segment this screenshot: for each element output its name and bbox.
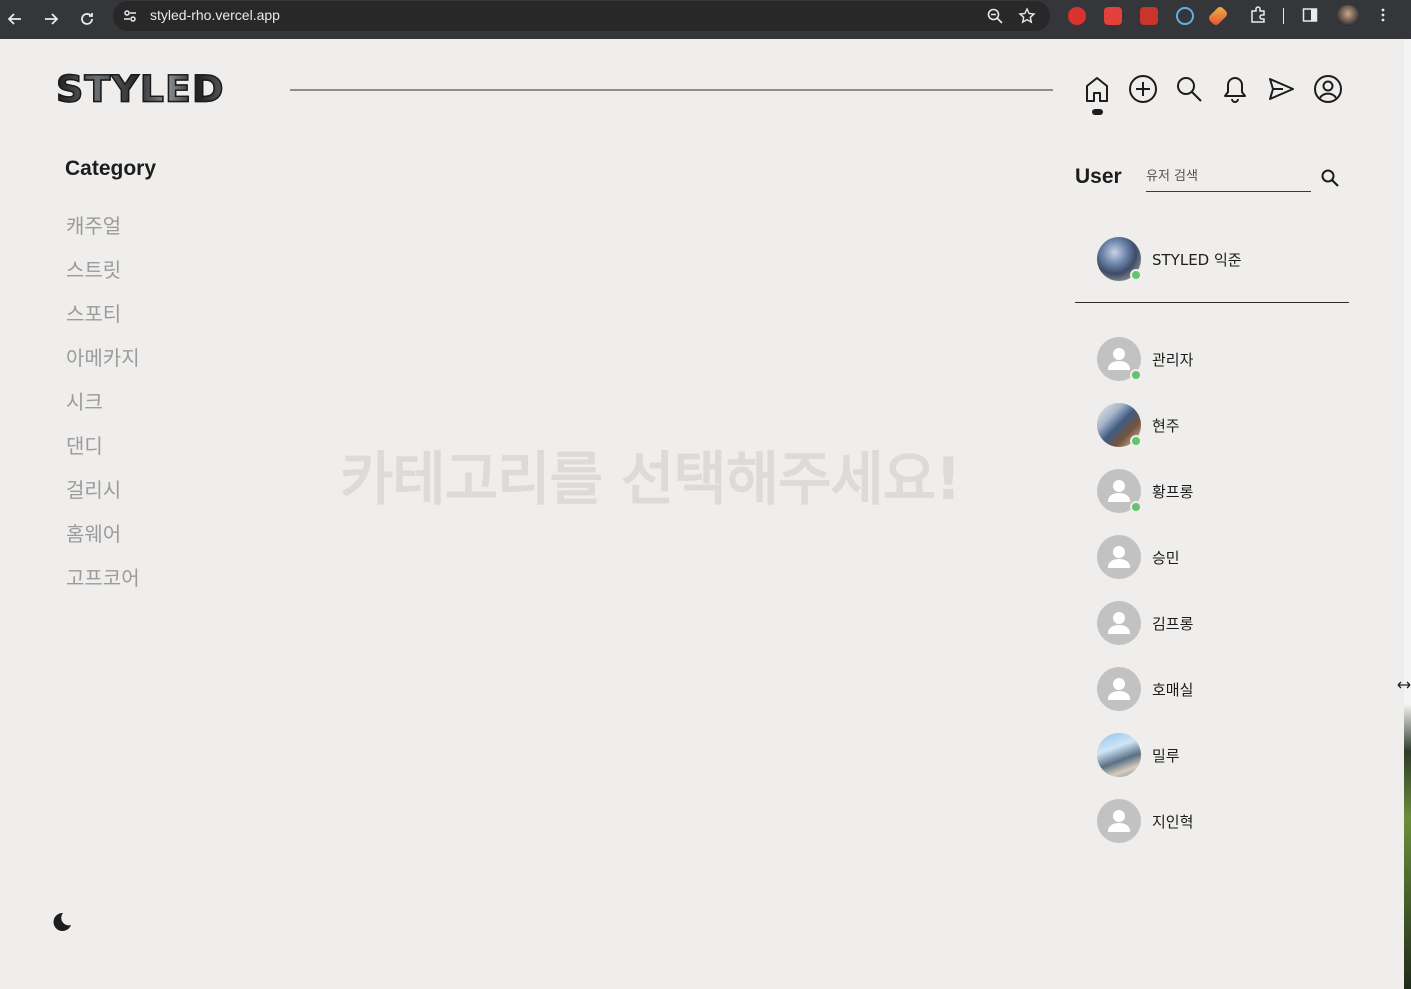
- user-list-item[interactable]: 밀루: [1097, 733, 1327, 777]
- default-user-icon: [1108, 546, 1130, 568]
- notifications-button[interactable]: [1219, 73, 1251, 105]
- reload-icon: [81, 13, 93, 25]
- category-item-street[interactable]: 스트릿: [66, 254, 121, 283]
- avatar: [1097, 601, 1141, 645]
- plus-circle-icon: [1129, 75, 1157, 103]
- send-icon: [1269, 78, 1294, 100]
- avatar: [1097, 535, 1141, 579]
- user-name: 승민: [1152, 548, 1180, 567]
- avatar: [1097, 667, 1141, 711]
- category-item-gorpcore[interactable]: 고프코어: [66, 562, 140, 591]
- user-list-item[interactable]: 관리자: [1097, 337, 1327, 381]
- site-settings-icon[interactable]: [122, 8, 138, 24]
- window-edge: [1404, 39, 1411, 989]
- header-line: [290, 89, 1053, 91]
- url-text[interactable]: styled-rho.vercel.app: [150, 7, 280, 23]
- user-list-item[interactable]: 호매실: [1097, 667, 1327, 711]
- styled-logo[interactable]: STYLED: [55, 70, 259, 108]
- user-panel-title: User: [1075, 165, 1122, 188]
- online-status-dot: [1130, 369, 1142, 381]
- category-item-dandy[interactable]: 댄디: [66, 430, 103, 459]
- online-status-dot: [1130, 435, 1142, 447]
- category-item-sporty[interactable]: 스포티: [66, 298, 121, 327]
- zoom-icon[interactable]: [986, 7, 1004, 25]
- dark-mode-toggle[interactable]: [49, 910, 73, 934]
- default-user-icon: [1108, 678, 1130, 700]
- user-name: 관리자: [1152, 350, 1194, 369]
- user-divider: [1075, 302, 1349, 303]
- default-user-icon: [1108, 810, 1130, 832]
- avatar: [1097, 237, 1142, 281]
- search-icon: [1321, 169, 1339, 187]
- reload-button[interactable]: [74, 6, 100, 32]
- extensions-puzzle-icon[interactable]: [1249, 6, 1267, 24]
- user-list-item[interactable]: 김프롱: [1097, 601, 1327, 645]
- category-item-chic[interactable]: 시크: [66, 386, 103, 415]
- user-name: 현주: [1152, 416, 1180, 435]
- address-bar[interactable]: styled-rho.vercel.app: [113, 1, 1050, 31]
- profile-button[interactable]: [1312, 73, 1344, 105]
- extension-record-icon[interactable]: [1068, 7, 1086, 25]
- search-button[interactable]: [1173, 73, 1205, 105]
- resize-cursor-icon: [1397, 681, 1411, 689]
- home-icon: [1086, 77, 1108, 102]
- current-user-name: STYLED 익준: [1152, 250, 1242, 269]
- avatar: [1097, 403, 1142, 447]
- profile-avatar[interactable]: [1337, 5, 1359, 27]
- back-button[interactable]: [2, 6, 28, 32]
- user-search-input[interactable]: [1146, 162, 1311, 192]
- current-user[interactable]: STYLED 익준: [1097, 237, 1242, 281]
- messages-button[interactable]: [1265, 73, 1297, 105]
- extension-ym-icon[interactable]: [1140, 7, 1158, 25]
- default-user-icon: [1108, 612, 1130, 634]
- bookmark-star-icon[interactable]: [1018, 7, 1036, 25]
- arrow-left-icon: [7, 13, 21, 25]
- user-list-item[interactable]: 현주: [1097, 403, 1327, 447]
- extension-pen-icon[interactable]: [1207, 5, 1229, 27]
- forward-button[interactable]: [38, 6, 64, 32]
- moon-icon: [53, 912, 71, 931]
- user-name: 김프롱: [1152, 614, 1194, 633]
- extension-react-icon[interactable]: [1176, 7, 1194, 25]
- user-name: 황프롱: [1152, 482, 1194, 501]
- online-status-dot: [1130, 269, 1142, 281]
- side-panel-icon[interactable]: [1302, 7, 1318, 23]
- avatar: [1097, 799, 1141, 843]
- extension-red-icon[interactable]: [1104, 7, 1122, 25]
- search-icon: [1177, 77, 1202, 102]
- category-item-girlish[interactable]: 걸리시: [66, 474, 121, 503]
- user-list-item[interactable]: 황프롱: [1097, 469, 1327, 513]
- arrow-right-icon: [45, 13, 59, 25]
- category-item-casual[interactable]: 캐주얼: [66, 210, 121, 239]
- home-button[interactable]: [1081, 73, 1113, 105]
- user-search-button[interactable]: [1318, 166, 1342, 190]
- category-item-homewear[interactable]: 홈웨어: [66, 518, 121, 547]
- toolbar-divider: [1283, 8, 1284, 24]
- user-list-item[interactable]: 승민: [1097, 535, 1327, 579]
- avatar: [1097, 337, 1142, 381]
- avatar: [1097, 469, 1142, 513]
- online-status-dot: [1130, 501, 1142, 513]
- user-circle-icon: [1314, 75, 1342, 103]
- more-menu-icon[interactable]: [1375, 7, 1391, 23]
- create-post-button[interactable]: [1127, 73, 1159, 105]
- user-name: 밀루: [1152, 746, 1180, 765]
- user-name: 지인혁: [1152, 812, 1194, 831]
- category-title: Category: [65, 157, 157, 180]
- user-name: 호매실: [1152, 680, 1194, 699]
- user-list-item[interactable]: 지인혁: [1097, 799, 1327, 843]
- active-nav-indicator: [1092, 109, 1103, 115]
- select-category-message: 카테고리를 선택해주세요!: [340, 445, 962, 513]
- bell-icon: [1224, 77, 1246, 103]
- avatar: [1097, 733, 1141, 777]
- category-item-amekaji[interactable]: 아메카지: [66, 342, 140, 371]
